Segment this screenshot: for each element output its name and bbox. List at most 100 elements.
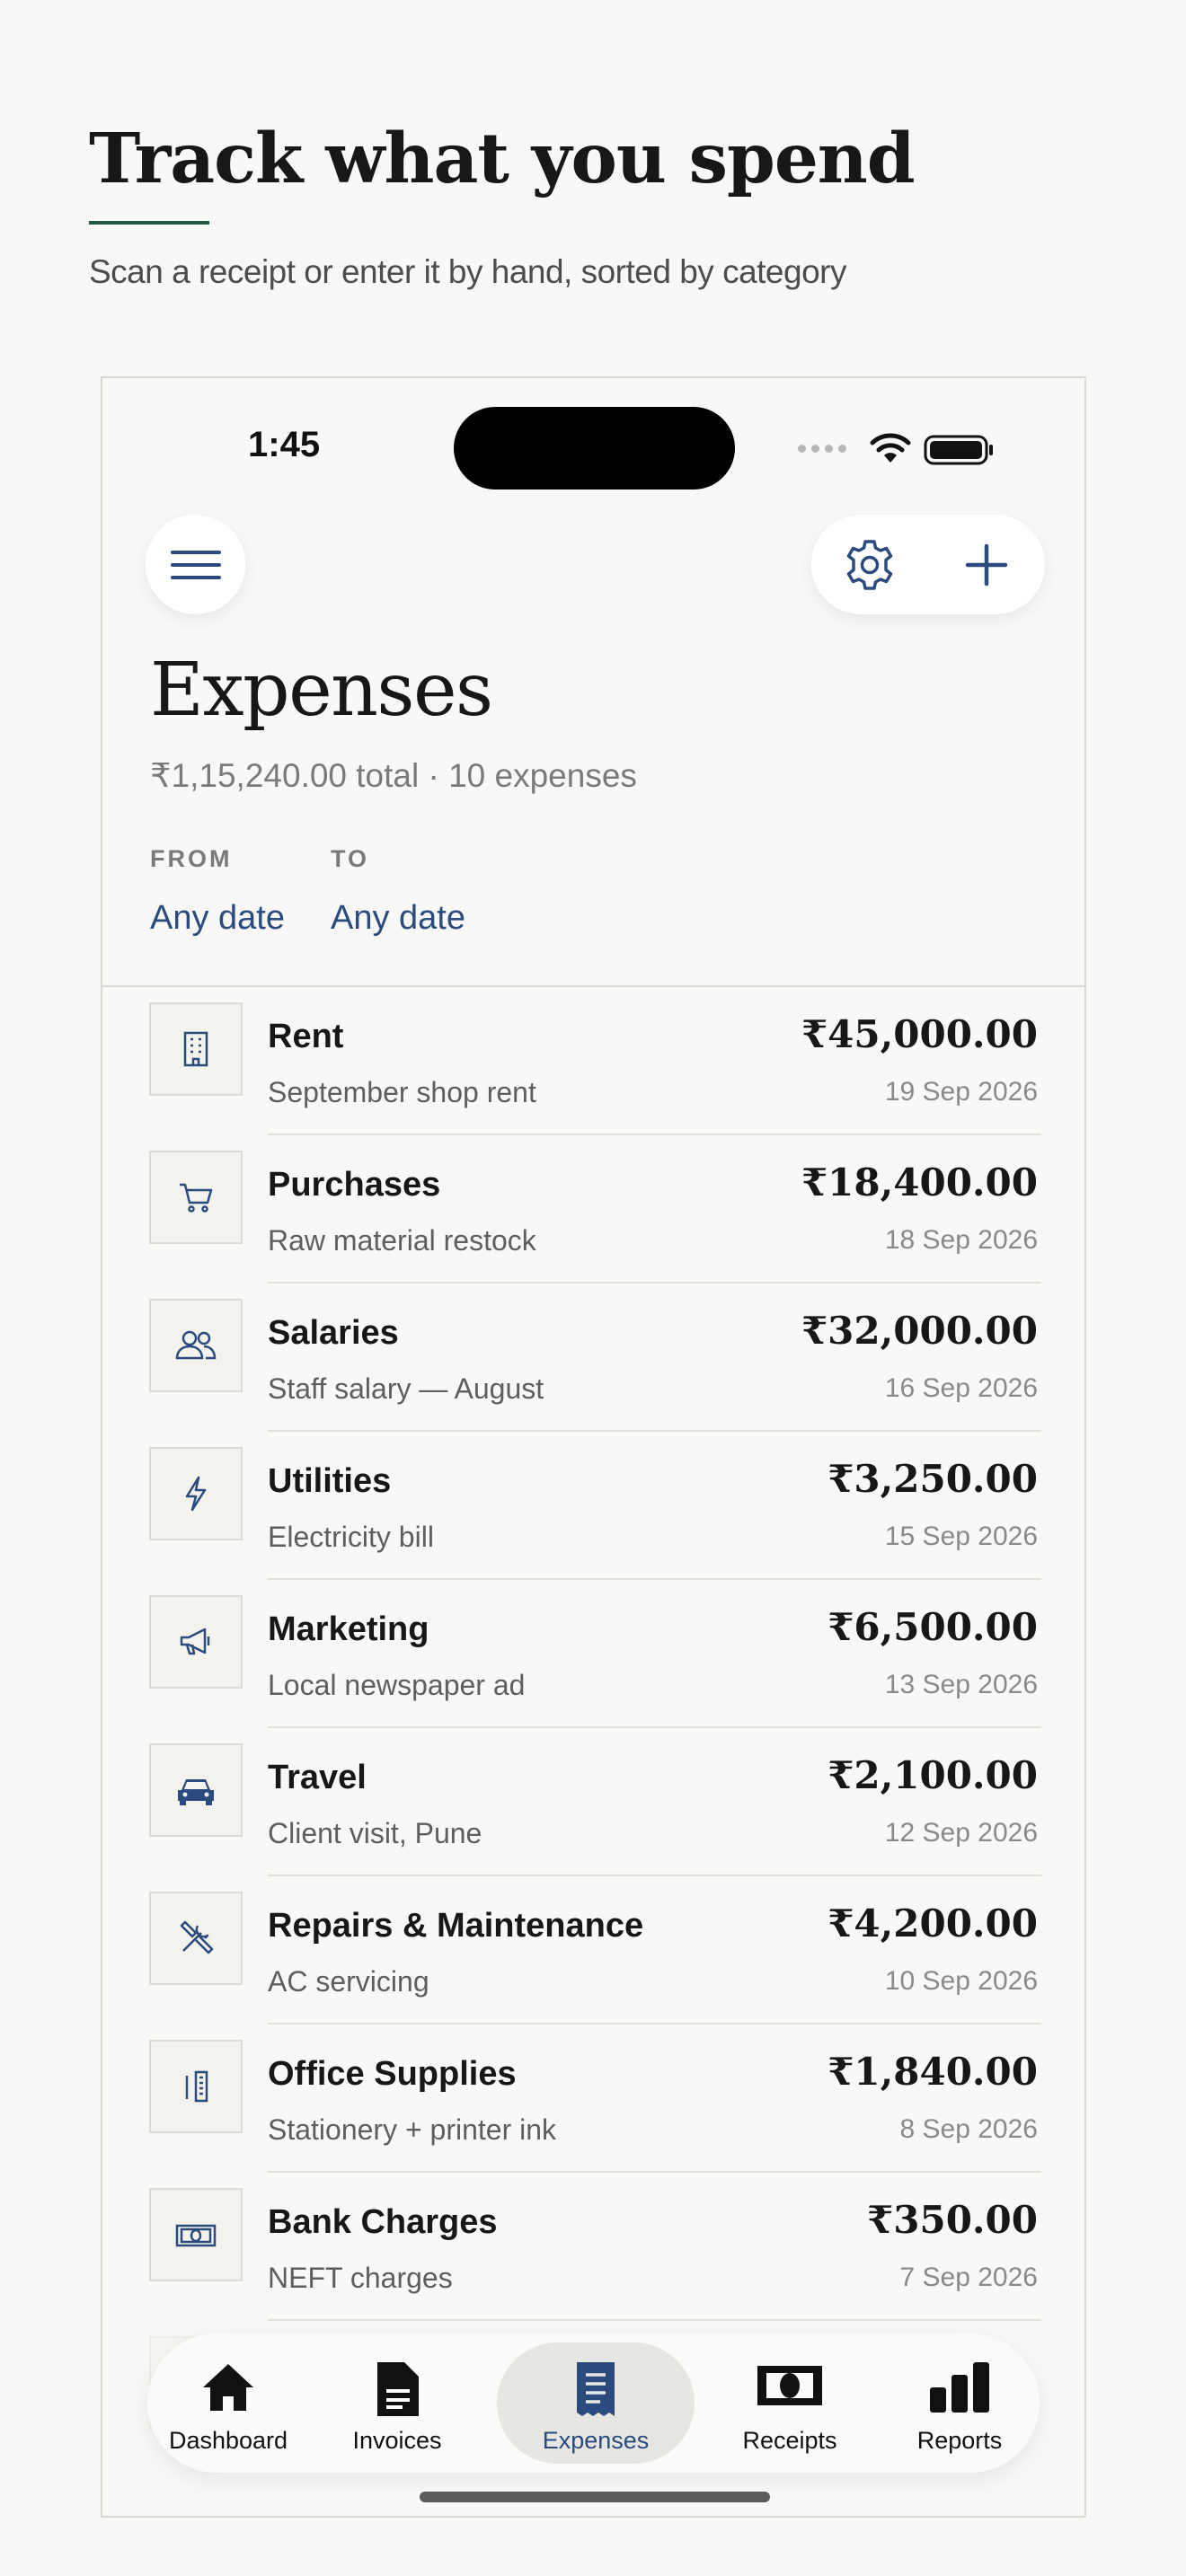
- expense-date: 12 Sep 2026: [884, 1818, 1038, 1848]
- document-icon: [377, 2362, 419, 2416]
- tab-label: Reports: [916, 2427, 1003, 2454]
- expense-category: Salaries: [268, 1314, 399, 1352]
- expense-category: Rent: [268, 1018, 344, 1055]
- expense-category: Repairs & Maintenance: [268, 1907, 644, 1945]
- expense-row[interactable]: Rent September shop rent ₹45,000.00 19 S…: [102, 987, 1084, 1135]
- expense-row[interactable]: Purchases Raw material restock ₹18,400.0…: [102, 1135, 1084, 1284]
- expense-amount: ₹1,840.00: [828, 2050, 1038, 2094]
- expense-date: 10 Sep 2026: [884, 1966, 1038, 1996]
- expense-amount: ₹18,400.00: [801, 1160, 1038, 1204]
- battery-icon: [924, 435, 993, 465]
- expense-row[interactable]: Travel Client visit, Pune ₹2,100.00 12 S…: [102, 1728, 1084, 1876]
- expense-category: Travel: [268, 1759, 367, 1796]
- tab-bar: Dashboard Invoices Expenses Receipts Rep…: [147, 2333, 1040, 2473]
- expense-description: NEFT charges: [268, 2262, 453, 2294]
- expense-row[interactable]: Office Supplies Stationery + printer ink…: [102, 2025, 1084, 2173]
- expense-date: 16 Sep 2026: [884, 1373, 1038, 1403]
- expense-description: Local newspaper ad: [268, 1669, 526, 1701]
- expense-description: Stationery + printer ink: [268, 2113, 557, 2146]
- expense-category: Bank Charges: [268, 2203, 498, 2241]
- category-tile: [149, 2188, 243, 2281]
- expenses-summary: ₹1,15,240.00 total · 10 expenses: [150, 757, 637, 794]
- expense-amount: ₹2,100.00: [828, 1753, 1038, 1797]
- tab-reports[interactable]: Reports: [879, 2342, 1040, 2464]
- to-date-picker[interactable]: Any date: [331, 899, 465, 938]
- plus-icon: [965, 543, 1008, 586]
- building-icon: [183, 1031, 208, 1067]
- category-tile: [149, 1447, 243, 1540]
- tab-dashboard[interactable]: Dashboard: [147, 2342, 309, 2464]
- gear-icon: [846, 539, 893, 590]
- lightning-icon: [185, 1476, 207, 1512]
- category-tile: [149, 1892, 243, 1985]
- expense-date: 19 Sep 2026: [884, 1077, 1038, 1107]
- status-time: 1:45: [248, 425, 321, 464]
- hero-divider: [89, 221, 209, 225]
- expense-date: 8 Sep 2026: [899, 2114, 1038, 2144]
- expense-amount: ₹32,000.00: [801, 1309, 1038, 1353]
- category-tile: [149, 1743, 243, 1837]
- tab-label: Expenses: [542, 2427, 650, 2454]
- signal-icon: [798, 445, 846, 453]
- expense-row[interactable]: Marketing Local newspaper ad ₹6,500.00 1…: [102, 1580, 1084, 1728]
- expense-amount: ₹4,200.00: [828, 1901, 1038, 1945]
- banknote-icon: [757, 2366, 822, 2405]
- banknote-icon: [175, 2224, 217, 2247]
- expense-amount: ₹3,250.00: [828, 1457, 1038, 1501]
- tab-label: Dashboard: [168, 2427, 288, 2454]
- expense-category: Office Supplies: [268, 2055, 517, 2093]
- category-tile: [149, 2040, 243, 2133]
- cart-icon: [180, 1183, 213, 1213]
- car-icon: [178, 1779, 214, 1805]
- expense-row[interactable]: Bank Charges NEFT charges ₹350.00 7 Sep …: [102, 2173, 1084, 2321]
- phone-screen: 1:45 Expenses ₹1,15,240.00 total · 10 ex…: [101, 376, 1086, 2518]
- expense-row[interactable]: Utilities Electricity bill ₹3,250.00 15 …: [102, 1432, 1084, 1580]
- add-expense-button[interactable]: [937, 515, 1036, 614]
- expense-date: 15 Sep 2026: [884, 1522, 1038, 1551]
- menu-button[interactable]: [146, 515, 245, 614]
- house-icon: [203, 2364, 253, 2411]
- dynamic-island: [454, 407, 735, 490]
- settings-button[interactable]: [820, 515, 919, 614]
- expense-row[interactable]: Repairs & Maintenance AC servicing ₹4,20…: [102, 1876, 1084, 2025]
- expense-category: Utilities: [268, 1462, 392, 1500]
- home-indicator: [420, 2492, 770, 2502]
- tab-invoices[interactable]: Invoices: [316, 2342, 478, 2464]
- hero-subtitle: Scan a receipt or enter it by hand, sort…: [89, 253, 847, 290]
- receipt-icon: [577, 2362, 615, 2416]
- from-date-picker[interactable]: Any date: [150, 899, 285, 938]
- pencil-ruler-icon: [185, 2070, 208, 2103]
- expense-row[interactable]: Salaries Staff salary — August ₹32,000.0…: [102, 1284, 1084, 1432]
- category-tile: [149, 1151, 243, 1244]
- expense-description: Raw material restock: [268, 1224, 536, 1257]
- expense-date: 7 Sep 2026: [899, 2263, 1038, 2292]
- people-icon: [175, 1330, 217, 1360]
- expense-amount: ₹350.00: [867, 2198, 1038, 2242]
- category-tile: [149, 1595, 243, 1689]
- hero-title: Track what you spend: [89, 119, 916, 199]
- expense-description: Client visit, Pune: [268, 1817, 482, 1849]
- tools-icon: [180, 1920, 214, 1954]
- tab-expenses[interactable]: Expenses: [497, 2342, 695, 2464]
- category-tile: [149, 1002, 243, 1096]
- expense-description: Electricity bill: [268, 1521, 434, 1553]
- expense-date: 18 Sep 2026: [884, 1225, 1038, 1255]
- bar-chart-icon: [930, 2362, 989, 2413]
- header-actions: [811, 515, 1045, 614]
- tab-label: Invoices: [352, 2427, 442, 2454]
- wifi-icon: [870, 433, 911, 463]
- expense-category: Purchases: [268, 1166, 441, 1204]
- from-label: FROM: [150, 845, 233, 872]
- expense-amount: ₹45,000.00: [801, 1012, 1038, 1056]
- hamburger-icon: [170, 550, 221, 579]
- category-tile: [149, 1299, 243, 1392]
- to-label: TO: [331, 845, 370, 872]
- expense-description: AC servicing: [268, 1965, 429, 1998]
- expense-amount: ₹6,500.00: [828, 1605, 1038, 1649]
- tab-label: Receipts: [742, 2427, 837, 2454]
- expense-category: Marketing: [268, 1610, 429, 1648]
- expense-description: September shop rent: [268, 1076, 536, 1108]
- expense-description: Staff salary — August: [268, 1372, 544, 1405]
- expense-date: 13 Sep 2026: [884, 1670, 1038, 1699]
- tab-receipts[interactable]: Receipts: [709, 2342, 871, 2464]
